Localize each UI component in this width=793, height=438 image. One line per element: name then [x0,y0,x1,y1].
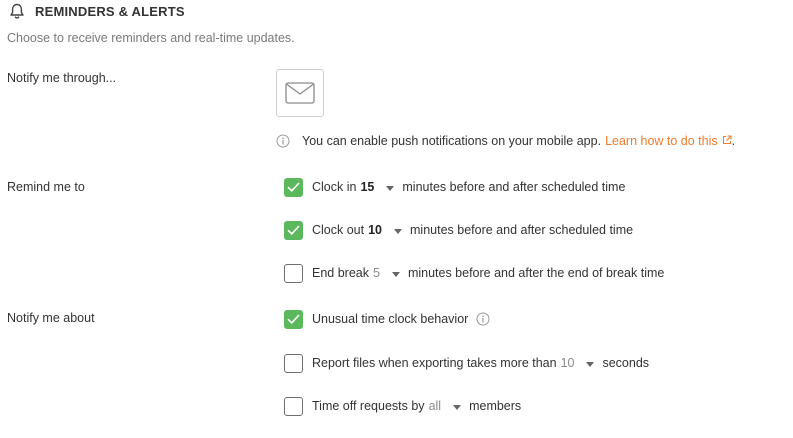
clock-in-label: Clock in [312,180,357,194]
push-info-suffix: . [731,134,736,148]
section-subtitle: Choose to receive reminders and real-tim… [7,31,295,45]
clock-in-checkbox[interactable] [284,177,303,197]
time-off-checkbox[interactable] [284,396,303,416]
chevron-down-icon [453,404,462,410]
time-off-members-value: all [428,399,442,413]
end-break-minutes-value: 5 [372,266,380,280]
notify-unusual-behavior: Unusual time clock behavior [284,309,490,329]
checkmark-icon [287,314,300,324]
email-channel-button[interactable] [276,69,324,117]
notify-through-label: Notify me through... [7,71,117,85]
report-files-seconds-select[interactable]: 10 [557,356,603,370]
unusual-behavior-label: Unusual time clock behavior [312,312,469,326]
reminder-end-break: End break 5 minutes before and after the… [284,263,664,283]
time-off-suffix: members [469,399,522,413]
push-info-line: You can enable push notifications on you… [276,134,735,148]
chevron-down-icon [391,271,400,277]
checkmark-icon [287,225,300,235]
report-files-label: Report files when exporting takes more t… [312,356,557,370]
end-break-minutes-select[interactable]: 5 [369,266,408,280]
time-off-members-select[interactable]: all [425,399,470,413]
notify-report-files: Report files when exporting takes more t… [284,353,649,373]
chevron-down-icon [394,228,403,234]
clock-in-minutes-select[interactable]: 15 [356,180,402,194]
clock-out-suffix: minutes before and after scheduled time [410,223,634,237]
clock-out-label: Clock out [312,223,365,237]
envelope-icon [285,82,315,104]
learn-how-link[interactable]: Learn how to do this [605,134,732,148]
info-icon[interactable] [476,312,490,326]
external-link-icon [722,135,732,145]
section-title: REMINDERS & ALERTS [35,3,185,19]
clock-out-minutes-select[interactable]: 10 [364,223,410,237]
report-files-checkbox[interactable] [284,353,303,373]
clock-out-minutes-value: 10 [368,223,383,237]
clock-in-minutes-value: 15 [360,180,375,194]
section-header: REMINDERS & ALERTS [8,2,185,20]
report-files-seconds-value: 10 [560,356,575,370]
push-info-text: You can enable push notifications on you… [302,134,602,148]
notify-about-label: Notify me about [7,311,95,325]
unusual-behavior-checkbox[interactable] [284,309,303,329]
chevron-down-icon [386,185,395,191]
notify-time-off: Time off requests by all members [284,396,521,416]
time-off-label: Time off requests by [312,399,425,413]
end-break-suffix: minutes before and after the end of brea… [407,266,665,280]
bell-icon [8,2,26,20]
reminder-clock-in: Clock in 15 minutes before and after sch… [284,177,625,197]
checkmark-icon [287,182,300,192]
chevron-down-icon [586,361,595,367]
remind-me-label: Remind me to [7,180,85,194]
info-icon [276,134,290,148]
report-files-suffix: seconds [602,356,650,370]
reminder-clock-out: Clock out 10 minutes before and after sc… [284,220,633,240]
clock-in-suffix: minutes before and after scheduled time [402,180,626,194]
clock-out-checkbox[interactable] [284,220,303,240]
end-break-checkbox[interactable] [284,263,303,283]
learn-how-link-text: Learn how to do this [605,134,718,148]
end-break-label: End break [312,266,369,280]
